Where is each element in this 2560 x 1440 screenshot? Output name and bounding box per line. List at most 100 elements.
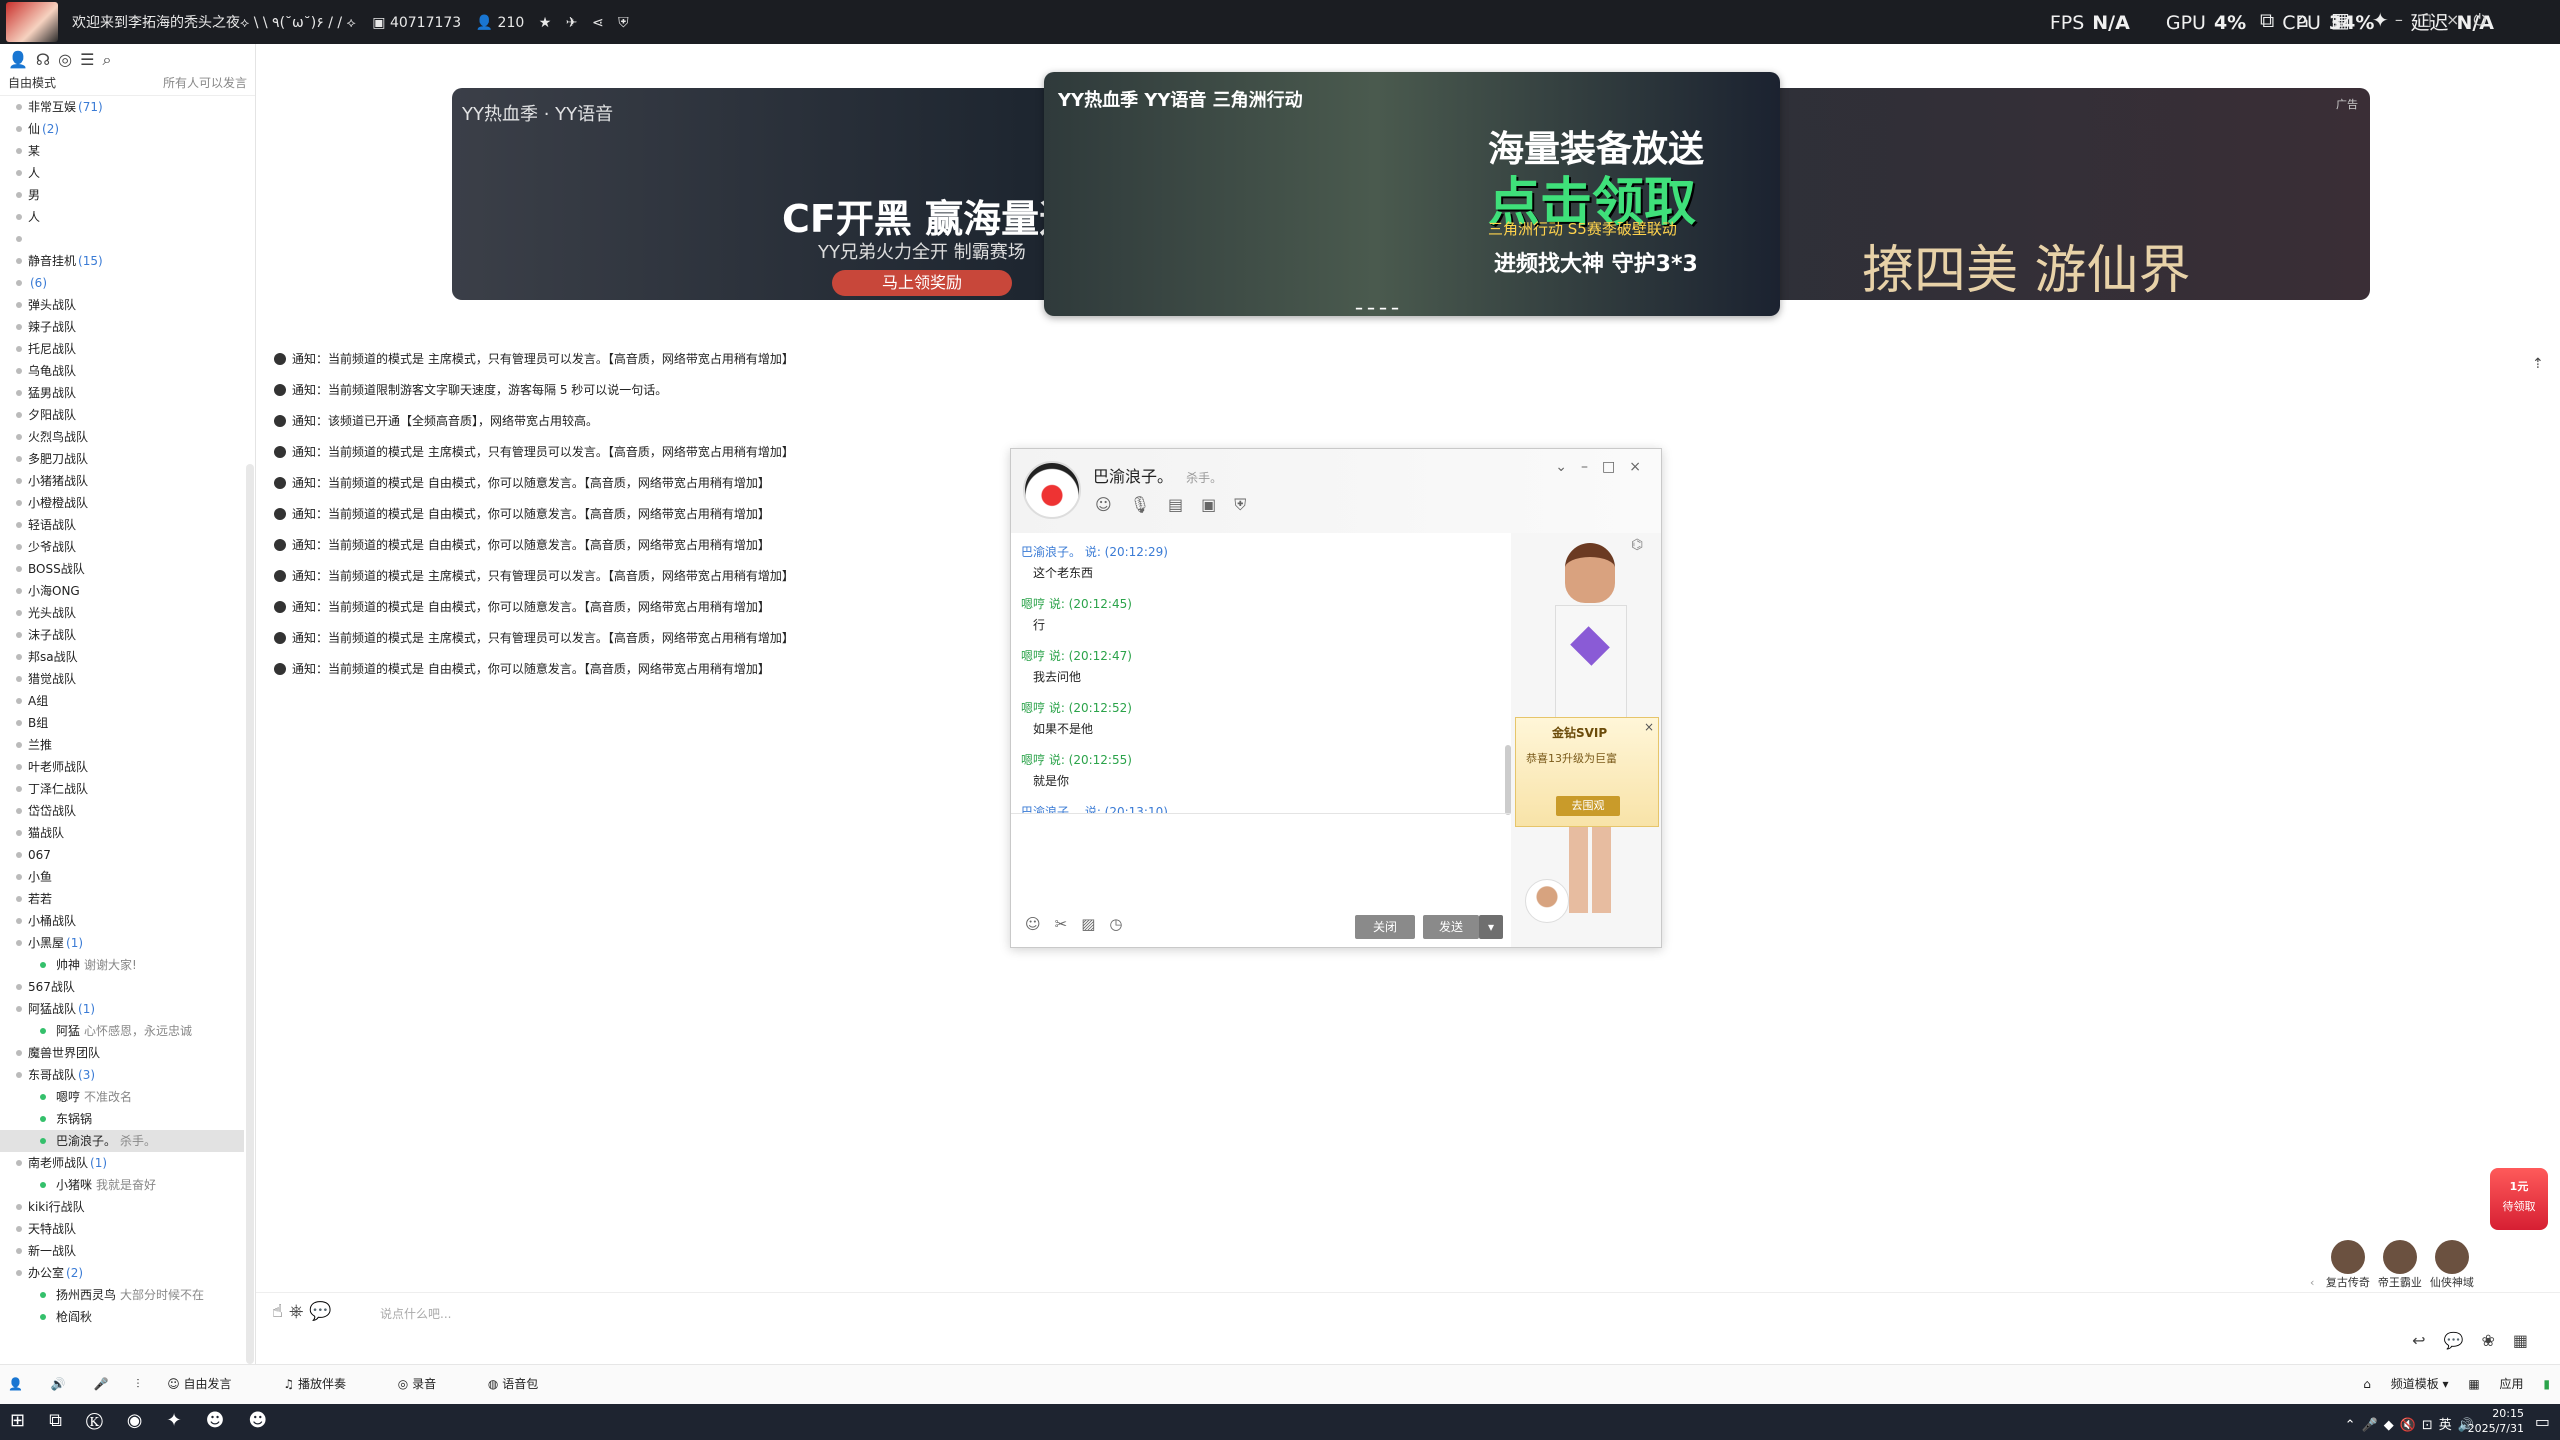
channel-item[interactable]: 东哥战队 (3) xyxy=(0,1064,244,1086)
game-avatar[interactable]: 仙侠神域 xyxy=(2430,1240,2474,1290)
user-item[interactable]: 阿猛 心怀感恩，永远忠诚 xyxy=(0,1020,244,1042)
game-avatar[interactable]: 复古传奇 xyxy=(2326,1240,2370,1290)
channel-item[interactable]: 夕阳战队 xyxy=(0,404,244,426)
tray-network-icon[interactable]: ⊡ xyxy=(2422,1418,2439,1433)
channel-item[interactable]: 岱岱战队 xyxy=(0,800,244,822)
scissors-icon[interactable]: ✂ xyxy=(1055,915,1082,933)
home-icon[interactable]: ⌂ xyxy=(2296,8,2331,32)
image-icon[interactable]: ▣ xyxy=(1201,495,1234,514)
avatar-icon[interactable]: 👤 xyxy=(8,1377,23,1391)
user-item[interactable]: 巴渝浪子。 杀手。 xyxy=(0,1130,244,1152)
taskbar-clock[interactable]: 20:15 2025/7/31 xyxy=(2468,1406,2524,1436)
channel-item[interactable]: 魔兽世界团队 xyxy=(0,1042,244,1064)
channel-item[interactable]: 若若 xyxy=(0,888,244,910)
app-bird-icon[interactable]: ✦ xyxy=(167,1410,206,1431)
svip-button[interactable]: 去围观 xyxy=(1556,796,1620,816)
channel-item[interactable]: 新一战队 xyxy=(0,1240,244,1262)
chat-bubble-icon[interactable]: 💬 xyxy=(309,1301,337,1322)
voice-pack-button[interactable]: ◍ 语音包 xyxy=(488,1377,562,1391)
channel-item[interactable]: 叶老师战队 xyxy=(0,756,244,778)
channel-item[interactable]: 小橙橙战队 xyxy=(0,492,244,514)
send-options-icon[interactable]: ▾ xyxy=(1479,915,1503,939)
close-button[interactable]: 关闭 xyxy=(1355,915,1415,939)
svip-close-icon[interactable]: × xyxy=(1644,720,1654,734)
app-browser-icon[interactable]: ◉ xyxy=(127,1410,167,1431)
return-icon[interactable]: ↩ xyxy=(2412,1331,2443,1350)
banner-left-button[interactable]: 马上领奖励 xyxy=(832,270,1012,296)
free-speak-button[interactable]: ☺ 自由发言 xyxy=(167,1377,255,1391)
play-music-button[interactable]: ♫ 播放伴奏 xyxy=(283,1377,370,1391)
star-icon[interactable]: ★ xyxy=(539,15,552,31)
list-icon[interactable]: ☰ xyxy=(80,50,94,69)
channel-item[interactable]: 静音挂机 (15) xyxy=(0,250,244,272)
channel-item[interactable]: 火烈鸟战队 xyxy=(0,426,244,448)
mic-icon[interactable]: 🎙 xyxy=(1130,495,1168,514)
message-sender[interactable]: 嗯哼 说: (20:12:47) xyxy=(1021,647,1511,664)
channel-item[interactable]: 猛男战队 xyxy=(0,382,244,404)
message-input[interactable]: 说点什么吧... xyxy=(380,1305,451,1322)
channel-item[interactable]: 乌龟战队 xyxy=(0,360,244,382)
user-icon[interactable]: 👤 xyxy=(8,50,28,69)
carousel-dots[interactable]: ━━━━ xyxy=(1356,304,1404,315)
channel-item[interactable]: 猎觉战队 xyxy=(0,668,244,690)
user-item[interactable]: 嗯哼 不准改名 xyxy=(0,1086,244,1108)
minimize-icon[interactable]: – xyxy=(1581,459,1602,475)
notification-icon[interactable]: ▭ xyxy=(2535,1412,2550,1431)
user-item[interactable]: 帅神 谢谢大家! xyxy=(0,954,244,976)
gift-badge[interactable]: 1元 待领取 xyxy=(2490,1168,2548,1230)
chat-input[interactable] xyxy=(1011,815,1511,911)
channel-item[interactable]: 仙 (2) xyxy=(0,118,244,140)
gesture-icon[interactable]: ☝ xyxy=(272,1301,289,1322)
mic-icon[interactable]: 🎤 xyxy=(94,1377,109,1391)
close-icon[interactable]: × xyxy=(1629,459,1655,475)
channel-item[interactable]: 567战队 xyxy=(0,976,244,998)
small-avatar[interactable] xyxy=(1525,879,1569,923)
start-icon[interactable]: ⊞ xyxy=(10,1410,49,1431)
history-icon[interactable]: ◷ xyxy=(1109,915,1136,933)
channel-item[interactable]: 猫战队 xyxy=(0,822,244,844)
channel-item[interactable]: 小桶战队 xyxy=(0,910,244,932)
channel-logo[interactable] xyxy=(6,2,58,42)
sidebar-scrollbar[interactable] xyxy=(246,464,254,1364)
channel-template-button[interactable]: ⌂ 频道模板 ▾ xyxy=(2363,1377,2448,1391)
channel-item[interactable]: 办公室 (2) xyxy=(0,1262,244,1284)
picture-icon[interactable]: ▨ xyxy=(1081,915,1109,933)
banner-center-slide[interactable]: YY热血季 YY语音 三角洲行动 海量装备放送 点击领取 三角洲行动 S5赛季破… xyxy=(1044,72,1780,316)
headset-icon[interactable]: ☊ xyxy=(36,50,50,69)
sticker-icon[interactable]: ☺ xyxy=(1025,915,1055,933)
channel-item[interactable]: B组 xyxy=(0,712,244,734)
message-sender[interactable]: 巴渝浪子。 说: (20:13:10) xyxy=(1021,803,1511,813)
channel-item[interactable]: 非常互娱 (71) xyxy=(0,96,244,118)
emoji-icon[interactable]: ☺ xyxy=(1095,495,1130,514)
tray-chat-icon[interactable]: ◆ xyxy=(2384,1418,2400,1433)
channel-item[interactable]: 南老师战队 (1) xyxy=(0,1152,244,1174)
message-sender[interactable]: 嗯哼 说: (20:12:45) xyxy=(1021,595,1511,612)
channel-item[interactable]: 067 xyxy=(0,844,244,866)
mode-dropdown[interactable]: 自由模式 xyxy=(8,74,56,95)
record-button[interactable]: ◎ 录音 xyxy=(398,1377,460,1391)
channel-item[interactable]: 多肥刀战队 xyxy=(0,448,244,470)
power-icon[interactable]: ⏻ xyxy=(2473,10,2500,29)
channel-item[interactable]: 小黑屋 (1) xyxy=(0,932,244,954)
channel-item[interactable]: 辣子战队 xyxy=(0,316,244,338)
channel-item[interactable]: BOSS战队 xyxy=(0,558,244,580)
plane-icon[interactable]: ✈ xyxy=(566,15,578,31)
share-icon[interactable]: ⋖ xyxy=(592,15,604,31)
channel-item[interactable]: 天特战队 xyxy=(0,1218,244,1240)
apps-button[interactable]: ▦ 应用 xyxy=(2468,1377,2523,1391)
shield-icon[interactable]: ⛨ xyxy=(618,15,629,31)
location-icon[interactable]: ◎ xyxy=(58,50,72,69)
user-item[interactable]: 小猪咪 我就是奋好 xyxy=(0,1174,244,1196)
tray-mic-icon[interactable]: 🎤 xyxy=(2362,1418,2384,1433)
minimize-icon[interactable]: – xyxy=(2395,10,2417,29)
app-yy-icon[interactable]: ☻ xyxy=(206,1410,249,1431)
message-sender[interactable]: 嗯哼 说: (20:12:55) xyxy=(1021,751,1511,768)
calendar-icon[interactable]: ▦ xyxy=(2513,1331,2546,1350)
screenshot-icon[interactable]: ⧉ xyxy=(2260,8,2296,32)
equalizer-icon[interactable]: ⫶ xyxy=(136,1377,139,1391)
channel-item[interactable]: A组 xyxy=(0,690,244,712)
maximize-icon[interactable]: □ xyxy=(1602,459,1629,475)
channel-item[interactable]: 男 xyxy=(0,184,244,206)
app-yy2-icon[interactable]: ☻ xyxy=(248,1410,291,1431)
speaker-icon[interactable]: 🔊 xyxy=(51,1377,66,1391)
